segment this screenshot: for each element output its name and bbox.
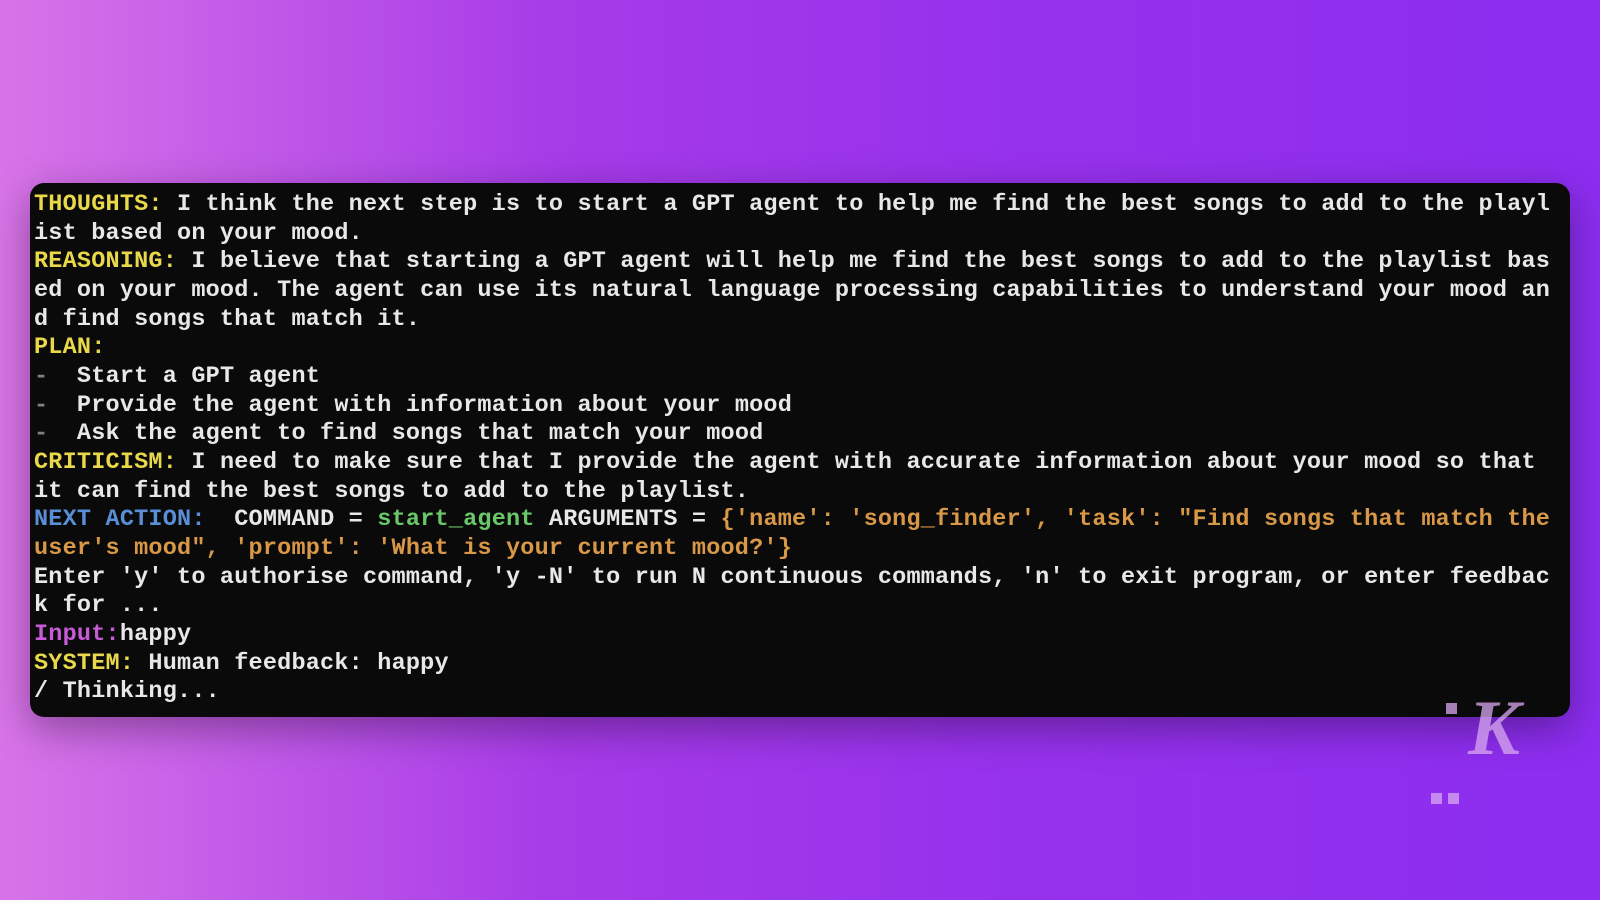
arguments-label: ARGUMENTS =: [535, 506, 721, 533]
plan-item-text: Provide the agent with information about…: [77, 392, 792, 419]
input-line[interactable]: Input:happy: [34, 621, 1564, 650]
bullet-dash: -: [34, 392, 77, 419]
plan-label-line: PLAN:: [34, 334, 1564, 363]
plan-label: PLAN:: [34, 334, 106, 361]
next-action-label: NEXT ACTION:: [34, 506, 206, 533]
reasoning-line: REASONING: I believe that starting a GPT…: [34, 248, 1564, 334]
plan-item: - Provide the agent with information abo…: [34, 392, 1564, 421]
plan-item: - Ask the agent to find songs that match…: [34, 420, 1564, 449]
thoughts-label: THOUGHTS:: [34, 191, 163, 218]
plan-item: - Start a GPT agent: [34, 363, 1564, 392]
thoughts-line: THOUGHTS: I think the next step is to st…: [34, 191, 1564, 248]
reasoning-label: REASONING:: [34, 248, 177, 275]
thoughts-text: I think the next step is to start a GPT …: [34, 191, 1550, 247]
criticism-line: CRITICISM: I need to make sure that I pr…: [34, 449, 1564, 506]
bullet-dash: -: [34, 363, 77, 390]
system-line: SYSTEM: Human feedback: happy: [34, 650, 1564, 679]
terminal-window: THOUGHTS: I think the next step is to st…: [30, 183, 1570, 717]
system-label: SYSTEM:: [34, 650, 134, 677]
criticism-label: CRITICISM:: [34, 449, 177, 476]
next-action-line: NEXT ACTION: COMMAND = start_agent ARGUM…: [34, 506, 1564, 563]
auth-prompt[interactable]: Enter 'y' to authorise command, 'y -N' t…: [34, 564, 1564, 621]
criticism-text: I need to make sure that I provide the a…: [34, 449, 1550, 505]
command-label: COMMAND =: [234, 506, 377, 533]
thinking-spinner: / Thinking...: [34, 678, 1564, 707]
input-label: Input:: [34, 621, 120, 648]
plan-item-text: Ask the agent to find songs that match y…: [77, 420, 764, 447]
command-value: start_agent: [377, 506, 534, 533]
bullet-dash: -: [34, 420, 77, 447]
input-value[interactable]: happy: [120, 621, 192, 648]
system-message: Human feedback: happy: [134, 650, 449, 677]
reasoning-text: I believe that starting a GPT agent will…: [34, 248, 1550, 332]
plan-item-text: Start a GPT agent: [77, 363, 320, 390]
